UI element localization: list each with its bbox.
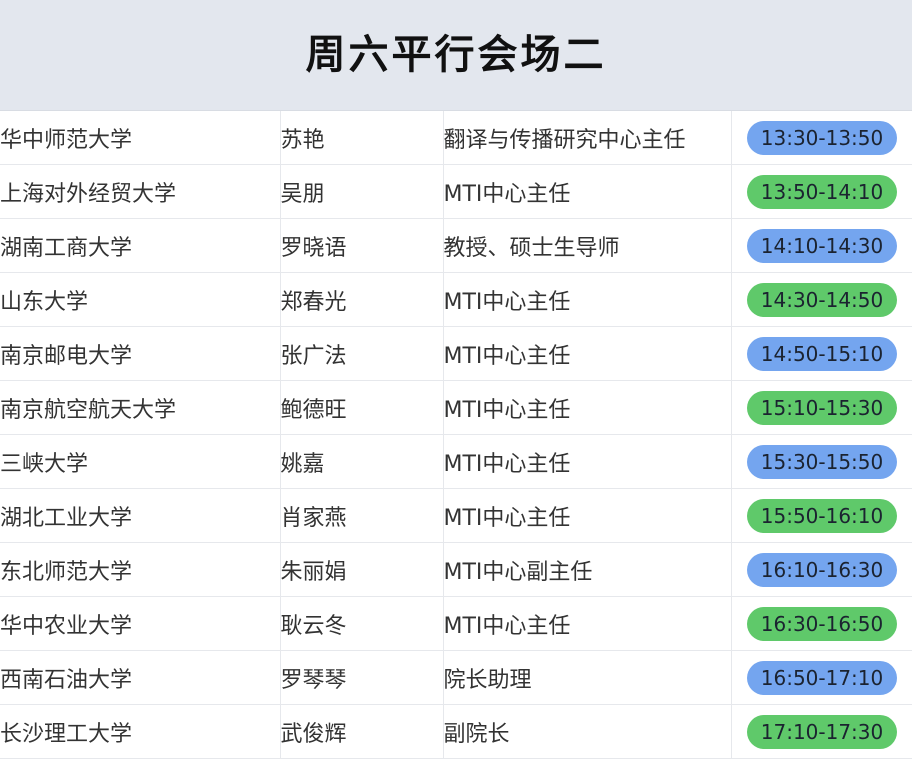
- speaker-name-cell: 鲍德旺: [280, 380, 444, 435]
- university-cell: 南京航空航天大学: [0, 380, 281, 435]
- schedule-table-body: 华中师范大学 苏艳 翻译与传播研究中心主任 13:30-13:50 上海对外经贸大学 吴朋…: [0, 111, 912, 759]
- time-slot-badge: 15:50-16:10: [747, 498, 897, 533]
- speaker-title-cell: MTI中心主任: [443, 488, 732, 543]
- university-cell: 西南石油大学: [0, 650, 281, 705]
- speaker-name-cell: 郑春光: [280, 272, 444, 327]
- time-slot-badge: 16:10-16:30: [747, 552, 897, 587]
- speaker-title-cell: 副院长: [443, 704, 732, 759]
- university-cell: 东北师范大学: [0, 542, 281, 597]
- university-cell: 上海对外经贸大学: [0, 164, 281, 219]
- header-banner: 周六平行会场二: [0, 0, 912, 111]
- university-cell: 湖北工业大学: [0, 488, 281, 543]
- table-row: 上海对外经贸大学 吴朋 MTI中心主任 13:50-14:10: [0, 164, 912, 219]
- time-slot-cell: 14:10-14:30: [731, 218, 912, 273]
- schedule-table: 华中师范大学 苏艳 翻译与传播研究中心主任 13:30-13:50 上海对外经贸大学 吴朋…: [0, 111, 912, 759]
- time-slot-cell: 14:30-14:50: [731, 272, 912, 327]
- table-row: 山东大学 郑春光 MTI中心主任 14:30-14:50: [0, 272, 912, 327]
- time-slot-badge: 16:30-16:50: [747, 606, 897, 641]
- speaker-name-cell: 苏艳: [280, 111, 444, 165]
- time-slot-badge: 14:30-14:50: [747, 282, 897, 317]
- speaker-name-cell: 武俊辉: [280, 704, 444, 759]
- speaker-title-cell: 教授、硕士生导师: [443, 218, 732, 273]
- table-row: 湖南工商大学 罗晓语 教授、硕士生导师 14:10-14:30: [0, 218, 912, 273]
- table-row: 华中农业大学 耿云冬 MTI中心主任 16:30-16:50: [0, 596, 912, 651]
- table-row: 华中师范大学 苏艳 翻译与传播研究中心主任 13:30-13:50: [0, 111, 912, 165]
- time-slot-cell: 16:10-16:30: [731, 542, 912, 597]
- speaker-title-cell: MTI中心副主任: [443, 542, 732, 597]
- page-title: 周六平行会场二: [305, 32, 607, 78]
- time-slot-cell: 13:50-14:10: [731, 164, 912, 219]
- table-row: 西南石油大学 罗琴琴 院长助理 16:50-17:10: [0, 650, 912, 705]
- table-row: 南京航空航天大学 鲍德旺 MTI中心主任 15:10-15:30: [0, 380, 912, 435]
- speaker-name-cell: 罗琴琴: [280, 650, 444, 705]
- time-slot-cell: 15:50-16:10: [731, 488, 912, 543]
- speaker-title-cell: MTI中心主任: [443, 380, 732, 435]
- time-slot-cell: 16:30-16:50: [731, 596, 912, 651]
- time-slot-badge: 13:30-13:50: [747, 120, 897, 155]
- university-cell: 山东大学: [0, 272, 281, 327]
- speaker-title-cell: MTI中心主任: [443, 326, 732, 381]
- speaker-title-cell: 院长助理: [443, 650, 732, 705]
- time-slot-cell: 16:50-17:10: [731, 650, 912, 705]
- time-slot-cell: 17:10-17:30: [731, 704, 912, 759]
- table-row: 东北师范大学 朱丽娟 MTI中心副主任 16:10-16:30: [0, 542, 912, 597]
- speaker-name-cell: 肖家燕: [280, 488, 444, 543]
- speaker-name-cell: 张广法: [280, 326, 444, 381]
- speaker-name-cell: 姚嘉: [280, 434, 444, 489]
- speaker-title-cell: 翻译与传播研究中心主任: [443, 111, 732, 165]
- table-row: 三峡大学 姚嘉 MTI中心主任 15:30-15:50: [0, 434, 912, 489]
- speaker-title-cell: MTI中心主任: [443, 596, 732, 651]
- schedule-page: 周六平行会场二 华中师范大学 苏艳 翻译与传播研究中心主任 13:30-13:50 上海…: [0, 0, 912, 765]
- speaker-title-cell: MTI中心主任: [443, 164, 732, 219]
- university-cell: 南京邮电大学: [0, 326, 281, 381]
- time-slot-badge: 14:10-14:30: [747, 228, 897, 263]
- speaker-name-cell: 罗晓语: [280, 218, 444, 273]
- time-slot-badge: 17:10-17:30: [747, 714, 897, 749]
- time-slot-cell: 14:50-15:10: [731, 326, 912, 381]
- time-slot-badge: 15:30-15:50: [747, 444, 897, 479]
- speaker-name-cell: 朱丽娟: [280, 542, 444, 597]
- speaker-name-cell: 耿云冬: [280, 596, 444, 651]
- time-slot-cell: 13:30-13:50: [731, 111, 912, 165]
- time-slot-cell: 15:30-15:50: [731, 434, 912, 489]
- time-slot-badge: 16:50-17:10: [747, 660, 897, 695]
- university-cell: 华中农业大学: [0, 596, 281, 651]
- table-row: 湖北工业大学 肖家燕 MTI中心主任 15:50-16:10: [0, 488, 912, 543]
- university-cell: 三峡大学: [0, 434, 281, 489]
- time-slot-badge: 13:50-14:10: [747, 174, 897, 209]
- table-row: 南京邮电大学 张广法 MTI中心主任 14:50-15:10: [0, 326, 912, 381]
- university-cell: 湖南工商大学: [0, 218, 281, 273]
- university-cell: 华中师范大学: [0, 111, 281, 165]
- time-slot-cell: 15:10-15:30: [731, 380, 912, 435]
- speaker-name-cell: 吴朋: [280, 164, 444, 219]
- time-slot-badge: 15:10-15:30: [747, 390, 897, 425]
- speaker-title-cell: MTI中心主任: [443, 272, 732, 327]
- university-cell: 长沙理工大学: [0, 704, 281, 759]
- table-row: 长沙理工大学 武俊辉 副院长 17:10-17:30: [0, 704, 912, 759]
- speaker-title-cell: MTI中心主任: [443, 434, 732, 489]
- time-slot-badge: 14:50-15:10: [747, 336, 897, 371]
